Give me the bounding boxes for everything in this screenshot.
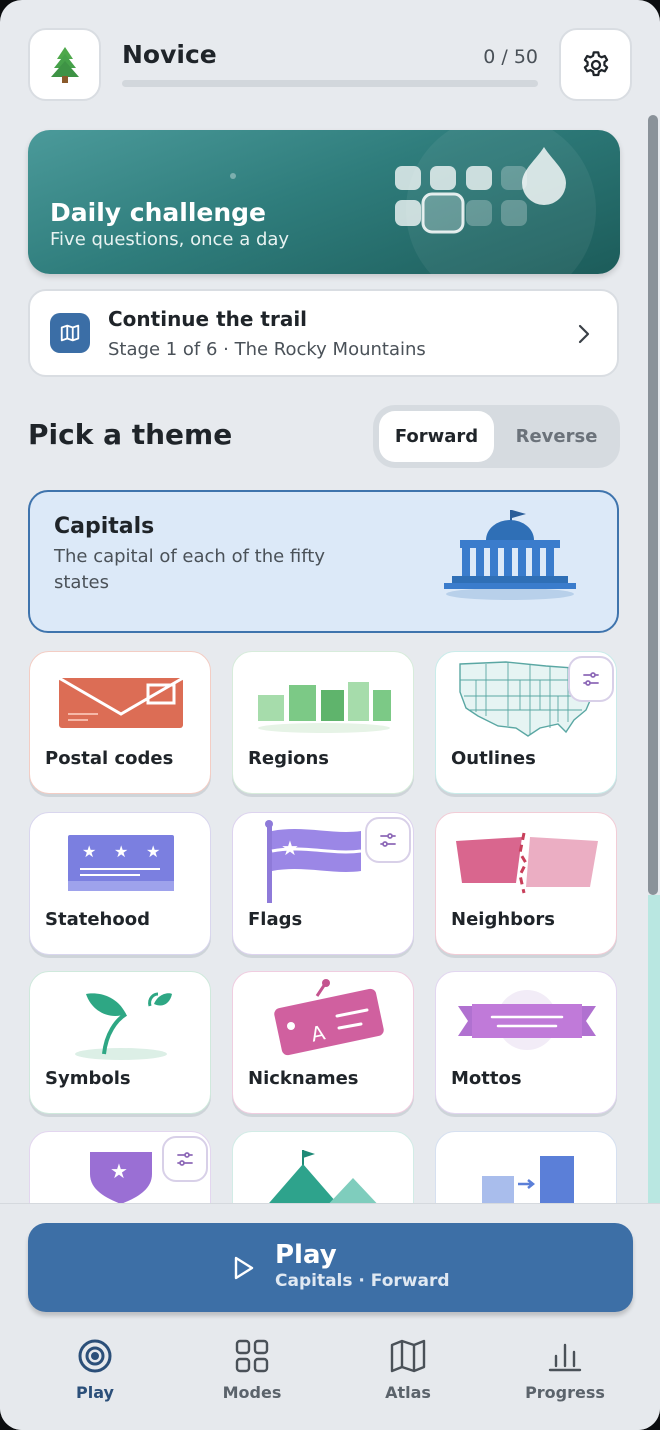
play-title: Play	[275, 1240, 337, 1270]
tune-settings-button[interactable]	[568, 656, 614, 702]
target-icon	[78, 1339, 112, 1373]
tree-icon	[50, 46, 79, 83]
section-title: Pick a theme	[28, 418, 233, 451]
theme-tile-regions[interactable]: Regions	[232, 651, 414, 794]
play-icon	[234, 1256, 254, 1280]
tile-label: Mottos	[451, 1068, 522, 1089]
name-tag-icon: A	[274, 979, 384, 1056]
theme-card-capitals[interactable]: Capitals The capital of each of the fift…	[28, 490, 619, 633]
direction-toggle: Forward Reverse	[373, 405, 620, 468]
nav-label: Modes	[222, 1383, 282, 1402]
sliders-icon	[177, 1152, 193, 1166]
tune-settings-button[interactable]	[365, 817, 411, 863]
continue-trail-title: Continue the trail	[108, 307, 308, 331]
tune-settings-button[interactable]	[162, 1136, 208, 1182]
theme-tile-neighbors[interactable]: Neighbors	[435, 812, 617, 955]
svg-text:★: ★	[110, 1159, 128, 1183]
nav-label: Play	[76, 1383, 114, 1402]
map-icon	[60, 324, 80, 342]
neighbors-icon	[456, 832, 598, 894]
chevron-right-icon	[578, 324, 590, 344]
theme-description: The capital of each of the fifty states	[54, 546, 325, 593]
capitol-building-icon	[444, 510, 576, 600]
nav-atlas[interactable]: Atlas	[343, 1330, 473, 1410]
tile-label: Statehood	[45, 909, 150, 930]
continue-trail-subtitle: Stage 1 of 6 · The Rocky Mountains	[108, 339, 426, 360]
theme-tile-symbols[interactable]: Symbols	[29, 971, 211, 1114]
direction-forward-option[interactable]: Forward	[379, 411, 494, 462]
ribbon-banner-icon	[458, 990, 596, 1050]
svg-text:★: ★	[114, 842, 128, 861]
leaf-sprout-icon	[75, 992, 172, 1060]
gear-icon	[583, 50, 608, 76]
map-badge	[50, 313, 90, 353]
map-icon	[390, 1339, 426, 1373]
tile-label: Outlines	[451, 748, 536, 769]
tile-label: Neighbors	[451, 909, 555, 930]
continue-trail-card[interactable]: Continue the trail Stage 1 of 6 · The Ro…	[28, 289, 619, 377]
tile-label: Flags	[248, 909, 303, 930]
theme-title: Capitals	[54, 514, 155, 539]
scrollbar-thumb[interactable]	[648, 115, 658, 895]
theme-tile-flags[interactable]: ★ Flags	[232, 812, 414, 955]
daily-challenge-card[interactable]: Daily challenge Five questions, once a d…	[28, 130, 620, 274]
level-name: Novice	[122, 40, 217, 69]
envelope-icon	[58, 676, 184, 728]
svg-text:★: ★	[82, 842, 96, 861]
svg-text:★: ★	[146, 842, 160, 861]
tile-label: Postal codes	[45, 748, 174, 769]
tile-label: Nicknames	[248, 1068, 359, 1089]
nav-label: Progress	[525, 1383, 605, 1402]
svg-text:★: ★	[281, 836, 299, 860]
tile-label: Symbols	[45, 1068, 131, 1089]
sliders-icon	[583, 672, 599, 686]
nav-label: Atlas	[385, 1383, 431, 1402]
tile-label: Regions	[248, 748, 330, 769]
settings-button[interactable]	[559, 28, 632, 101]
daily-challenge-subtitle: Five questions, once a day	[50, 229, 290, 250]
tree-badge-button[interactable]	[28, 28, 101, 101]
theme-tile-outlines[interactable]: Outlines	[435, 651, 617, 794]
level-progress-count: 0 / 50	[483, 46, 538, 68]
nav-modes[interactable]: Modes	[187, 1330, 317, 1410]
statehood-flag-icon: ★ ★ ★	[68, 835, 174, 891]
theme-tile-postal-codes[interactable]: Postal codes	[29, 651, 211, 794]
app-screen: Novice 0 / 50 Daily challenge Five quest…	[0, 0, 660, 1430]
regions-icon	[258, 682, 391, 733]
theme-tile-mottos[interactable]: Mottos	[435, 971, 617, 1114]
nav-play[interactable]: Play	[30, 1330, 160, 1410]
play-button[interactable]: Play Capitals · Forward	[28, 1223, 633, 1312]
theme-tile-statehood[interactable]: ★ ★ ★ Statehood	[29, 812, 211, 955]
level-progress-bar	[122, 80, 538, 87]
theme-tile-nicknames[interactable]: A Nicknames	[232, 971, 414, 1114]
sliders-icon	[380, 833, 396, 847]
nav-progress[interactable]: Progress	[500, 1330, 630, 1410]
bar-chart-icon	[548, 1343, 582, 1372]
grid-icon	[235, 1339, 269, 1373]
daily-challenge-title: Daily challenge	[50, 198, 266, 227]
direction-reverse-option[interactable]: Reverse	[499, 411, 614, 462]
play-subtitle: Capitals · Forward	[275, 1271, 450, 1291]
scroll-track	[648, 895, 660, 1225]
